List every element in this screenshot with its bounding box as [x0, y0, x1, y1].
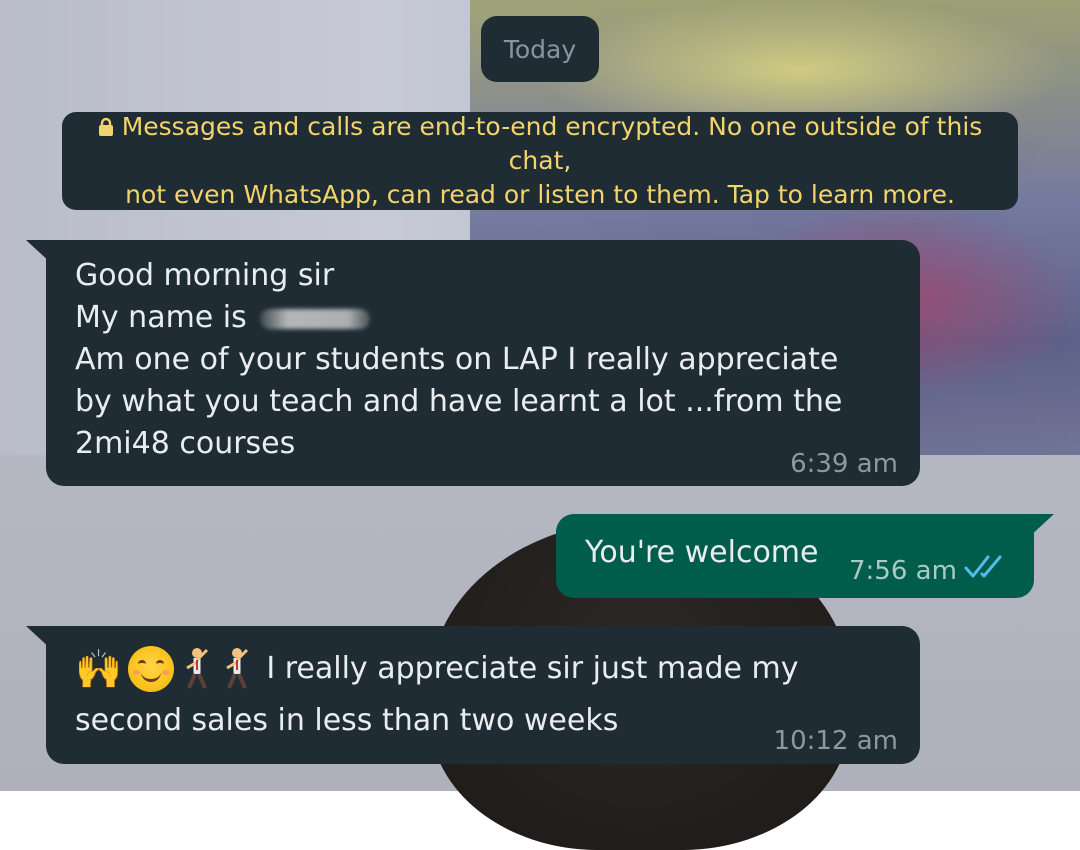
lock-icon	[98, 117, 113, 136]
double-check-icon	[964, 555, 1002, 578]
message-text: You're welcome	[585, 535, 819, 570]
message-bubble-outgoing[interactable]: You're welcome 7:56 am	[556, 514, 1054, 598]
message-line: second sales in less than two weeks	[75, 703, 619, 738]
message-timestamp: 6:39 am	[790, 449, 898, 479]
message-timestamp: 7:56 am	[849, 556, 957, 586]
message-line: by what you teach and have learnt a lot …	[75, 384, 843, 419]
bubble-tail	[1028, 514, 1054, 538]
message-line: Am one of your students on LAP I really …	[75, 342, 839, 377]
message-timestamp: 10:12 am	[773, 726, 898, 756]
encryption-notice-line2: not even WhatsApp, can read or listen to…	[125, 180, 955, 209]
redacted-name	[260, 308, 371, 329]
message-bubble-incoming[interactable]: Good morning sir My name is Am one of yo…	[26, 240, 920, 486]
smiling-face-icon	[128, 646, 175, 692]
raising-hands-icon: 🙌	[75, 647, 123, 691]
message-line: Good morning sir	[75, 258, 335, 293]
man-dancing-icon	[186, 648, 209, 689]
man-dancing-icon	[226, 648, 249, 689]
date-separator-label: Today	[503, 34, 577, 64]
bubble-tail	[26, 626, 52, 650]
message-line-text: My name is	[75, 300, 247, 335]
message-line: I really appreciate sir just made my	[266, 651, 799, 686]
encryption-notice[interactable]: Messages and calls are end-to-end encryp…	[62, 112, 1018, 210]
date-separator: Today	[481, 16, 599, 82]
message-line: 2mi48 courses	[75, 426, 296, 461]
message-line: My name is	[75, 297, 842, 339]
encryption-notice-line1: Messages and calls are end-to-end encryp…	[121, 112, 983, 175]
message-bubble-incoming[interactable]: 🙌 I really appreciate sir just made my s…	[26, 626, 920, 764]
chat-area[interactable]: Today Messages and calls are end-to-end …	[0, 0, 1080, 791]
bubble-tail	[26, 240, 52, 264]
